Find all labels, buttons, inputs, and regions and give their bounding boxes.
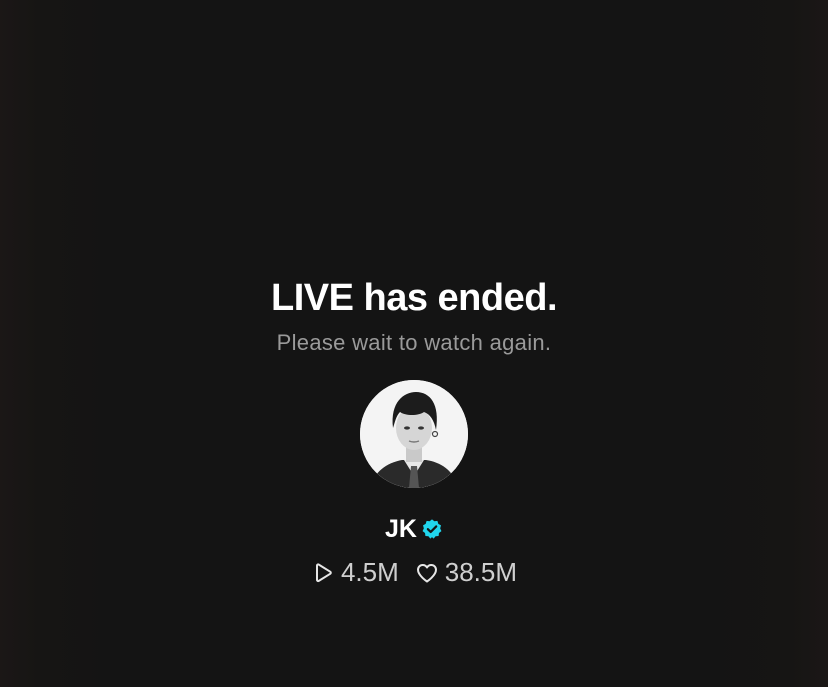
live-ended-screen: LIVE has ended. Please wait to watch aga… — [0, 0, 828, 687]
likes-stat: 38.5M — [415, 556, 517, 588]
creator-avatar[interactable] — [360, 380, 468, 488]
views-stat: 4.5M — [311, 556, 399, 588]
live-ended-subtitle: Please wait to watch again. — [276, 330, 552, 355]
live-ended-panel: LIVE has ended. Please wait to watch aga… — [0, 272, 828, 588]
live-ended-title: LIVE has ended. — [270, 277, 558, 319]
creator-name: JK — [385, 515, 417, 543]
heart-icon — [415, 560, 439, 584]
views-count: 4.5M — [340, 557, 399, 587]
avatar-portrait-icon — [360, 380, 468, 488]
play-icon — [311, 560, 335, 584]
likes-count: 38.5M — [444, 557, 518, 587]
creator-name-row[interactable]: JK — [385, 514, 443, 544]
live-stats-row: 4.5M 38.5M — [311, 556, 517, 588]
verified-badge-icon — [421, 518, 443, 540]
